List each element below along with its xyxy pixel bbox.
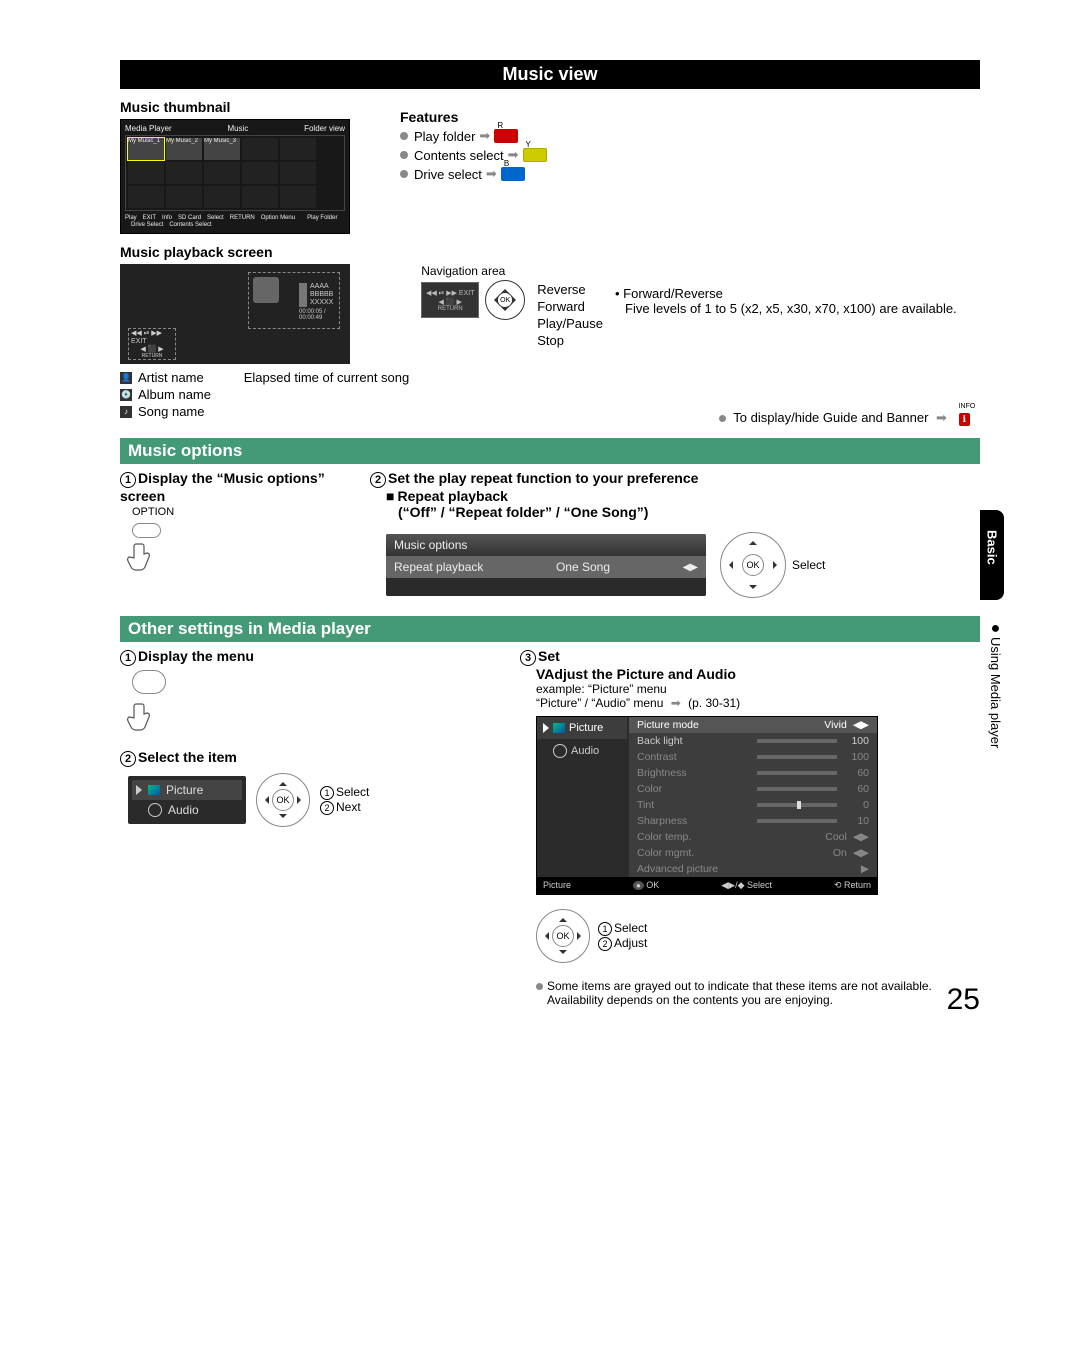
pm-tab-picture[interactable]: Picture — [537, 717, 627, 739]
picture-menu: Picture Audio Picture modeVivid◀▶Back li… — [536, 716, 878, 895]
nav-ok-pad-icon[interactable] — [256, 773, 310, 827]
nav-pad-icon: OK — [485, 280, 525, 320]
side-section: Basic — [985, 530, 1000, 565]
step1-title: 1Display the “Music options” screen — [120, 470, 370, 504]
pm-tab-audio[interactable]: Audio — [537, 739, 627, 763]
picture-icon — [148, 785, 160, 795]
lr-arrows-icon: ◀▶ — [683, 562, 698, 573]
red-key-icon: R — [494, 129, 518, 143]
tv-right: Folder view — [304, 124, 345, 133]
fr-note-1: • Forward/Reverse — [615, 286, 980, 301]
folder: My Music_1 — [128, 138, 164, 160]
legend-artist: 👤Artist nameElapsed time of current song — [120, 370, 409, 385]
bullet-icon — [536, 983, 543, 990]
exit-return-icon: ◀◀ ⏯ ▶▶ EXIT◀ ⬛ ▶RETURN — [421, 282, 479, 318]
picture-menu-row[interactable]: Color mgmt.On◀▶ — [629, 845, 877, 861]
picture-menu-row[interactable]: Picture modeVivid◀▶ — [629, 717, 877, 733]
picture-menu-row[interactable]: Tint0 — [629, 797, 877, 813]
nav-ok-pad-icon[interactable] — [720, 532, 786, 598]
tv-mid: Music — [227, 124, 248, 133]
other-settings-banner: Other settings in Media player — [120, 616, 980, 642]
fr-note-2: Five levels of 1 to 5 (x2, x5, x30, x70,… — [615, 301, 980, 316]
nav-stop: Stop — [537, 333, 603, 348]
page-number: 25 — [947, 983, 980, 1017]
panel-row-label: Repeat playback — [394, 560, 483, 574]
option-btn-label: OPTION — [132, 506, 370, 518]
thumbnail-screen: Media Player Music Folder view My Music_… — [120, 119, 350, 234]
nav-area-label: Navigation area — [421, 264, 980, 278]
picture-menu-row[interactable]: Brightness60 — [629, 765, 877, 781]
nav-ok-pad-icon[interactable] — [536, 909, 590, 963]
music-options-banner: Music options — [120, 438, 980, 464]
playback-title: Music playback screen — [120, 244, 980, 260]
hand-press-icon — [124, 538, 164, 578]
caret-right-icon — [136, 785, 142, 795]
audio-icon — [148, 803, 162, 817]
music-view-banner: Music view — [120, 60, 980, 89]
ref-page: (p. 30-31) — [688, 696, 740, 710]
legend-song: ♪Song name — [120, 404, 409, 419]
info-button-icon: ℹ — [959, 413, 970, 426]
picture-menu-row[interactable]: Color temp.Cool◀▶ — [629, 829, 877, 845]
adjust-title: VAdjust the Picture and Audio — [536, 666, 980, 682]
step2-title: 2Set the play repeat function to your pr… — [370, 470, 980, 488]
yellow-key-icon: Y — [523, 148, 547, 162]
hand-press-icon — [124, 698, 164, 738]
display-menu-title: 1Display the menu — [120, 648, 520, 666]
picture-menu-row[interactable]: Back light100 — [629, 733, 877, 749]
nav-forward: Forward — [537, 299, 603, 314]
features-title: Features — [400, 109, 980, 125]
folder: My Music_2 — [166, 138, 202, 160]
option-button[interactable] — [132, 523, 161, 538]
picture-menu-row[interactable]: Advanced picture▶ — [629, 861, 877, 877]
folder-blank — [280, 138, 316, 160]
select-item-title: 2Select the item — [120, 749, 520, 767]
playback-screen: AAAA BBBBB XXXXX 00:00:05 / 00:00:49 ◀◀ … — [120, 264, 350, 364]
feature-play-folder: Play folder➡R — [400, 128, 980, 144]
select-action: 1Select — [598, 921, 647, 936]
example-text: example: “Picture” menu — [536, 682, 980, 696]
menu-button[interactable] — [132, 670, 166, 694]
set-title: 3Set — [520, 648, 980, 666]
nav-area-box: ◀◀ ⏯ ▶▶ EXIT ◀ ⬛ ▶ RETURN — [128, 328, 176, 360]
folder-blank — [242, 138, 278, 160]
feature-drive-select: Drive select➡B — [400, 166, 980, 182]
select-label: Select — [792, 558, 825, 572]
nav-reverse: Reverse — [537, 282, 603, 297]
next-action: 2Next — [320, 800, 369, 815]
menu-list: Picture Audio — [128, 776, 246, 824]
blue-key-icon: B — [501, 167, 525, 181]
music-thumbnail-title: Music thumbnail — [120, 99, 380, 115]
menu-item-audio[interactable]: Audio — [132, 800, 242, 820]
nav-playpause: Play/Pause — [537, 316, 603, 331]
pm-footer-title: Picture — [543, 880, 571, 891]
feature-contents-select: Contents select➡Y — [400, 147, 980, 163]
picture-menu-row[interactable]: Sharpness10 — [629, 813, 877, 829]
repeat-playback: Repeat playback — [397, 488, 508, 504]
bullet-icon — [719, 415, 726, 422]
side-bullet: ● — [987, 620, 1004, 637]
picture-menu-row[interactable]: Color60 — [629, 781, 877, 797]
tv-left: Media Player — [125, 124, 172, 133]
ref-text: “Picture” / “Audio” menu — [536, 696, 663, 710]
music-options-panel: Music options Repeat playback One Song ◀… — [386, 534, 706, 596]
panel-row-value: One Song — [556, 560, 610, 574]
side-sub: Using Media player — [988, 637, 1003, 748]
adjust-action: 2Adjust — [598, 936, 647, 951]
picture-menu-row[interactable]: Contrast100 — [629, 749, 877, 765]
repeat-opts: (“Off” / “Repeat folder” / “One Song”) — [398, 504, 980, 520]
guide-banner-text: To display/hide Guide and Banner — [733, 410, 928, 425]
menu-item-picture[interactable]: Picture — [132, 780, 242, 800]
legend-album: 💿Album name — [120, 387, 409, 402]
folder: My Music_3 — [204, 138, 240, 160]
note-text: Some items are grayed out to indicate th… — [547, 979, 980, 1007]
select-action: 1Select — [320, 785, 369, 800]
panel-title: Music options — [386, 534, 706, 556]
album-art-icon — [253, 277, 279, 303]
